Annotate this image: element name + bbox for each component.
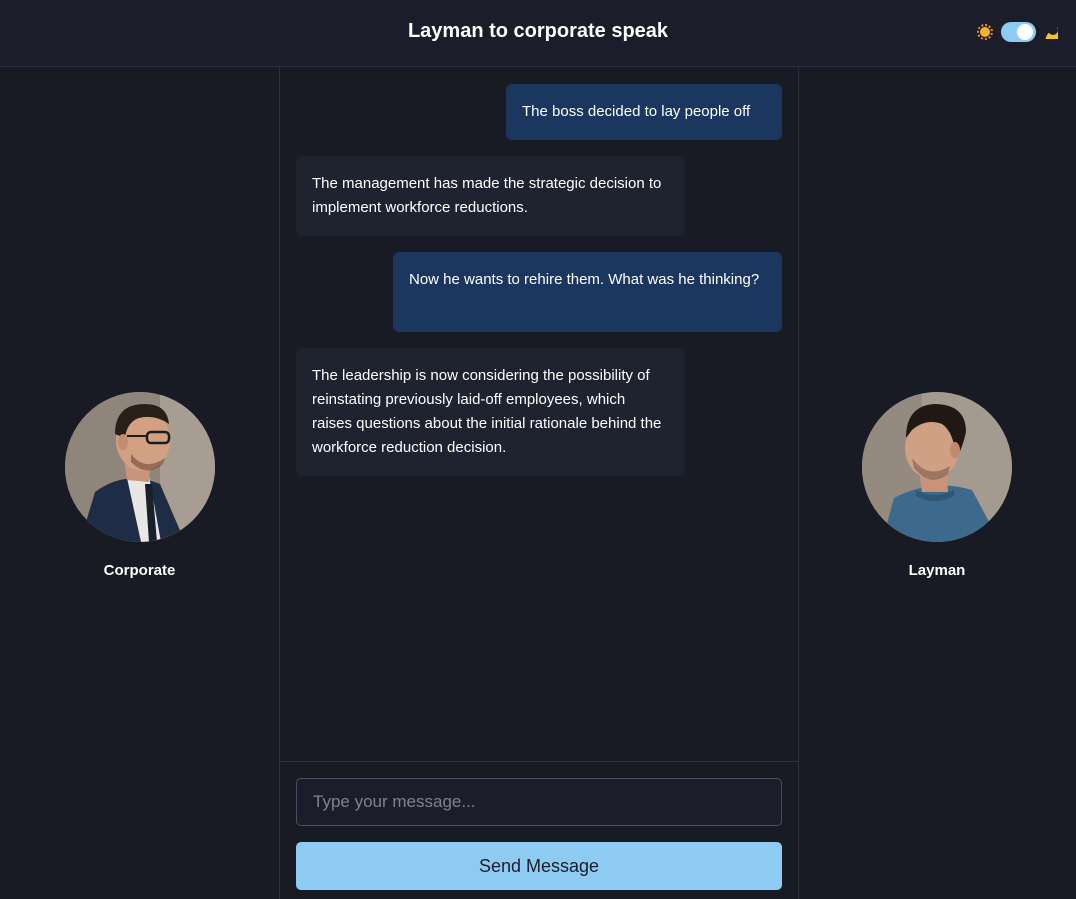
bot-message: The leadership is now considering the po… — [296, 348, 685, 476]
theme-toggle[interactable] — [977, 21, 1058, 43]
moon-icon — [1044, 25, 1058, 39]
bot-message: The management has made the strategic de… — [296, 156, 685, 236]
page-title: Layman to corporate speak — [407, 20, 669, 42]
send-message-button[interactable]: Send Message — [296, 842, 782, 890]
sun-icon — [977, 24, 993, 40]
user-message: The boss decided to lay people off — [506, 84, 782, 140]
layman-avatar — [862, 392, 1012, 542]
corporate-label: Corporate — [103, 562, 176, 579]
switch-knob — [1017, 24, 1033, 40]
theme-switch[interactable] — [1001, 22, 1036, 42]
chat-panel: The boss decided to lay people off The m… — [279, 68, 799, 899]
layman-panel: Layman — [798, 68, 1076, 899]
app-header: Layman to corporate speak — [0, 0, 1076, 67]
message-list[interactable]: The boss decided to lay people off The m… — [280, 68, 798, 761]
corporate-panel: Corporate — [0, 68, 279, 899]
user-message: Now he wants to rehire them. What was he… — [393, 252, 782, 332]
layman-label: Layman — [908, 562, 966, 579]
message-composer: Send Message — [280, 761, 798, 899]
corporate-avatar — [64, 392, 215, 542]
message-input[interactable] — [296, 778, 782, 826]
